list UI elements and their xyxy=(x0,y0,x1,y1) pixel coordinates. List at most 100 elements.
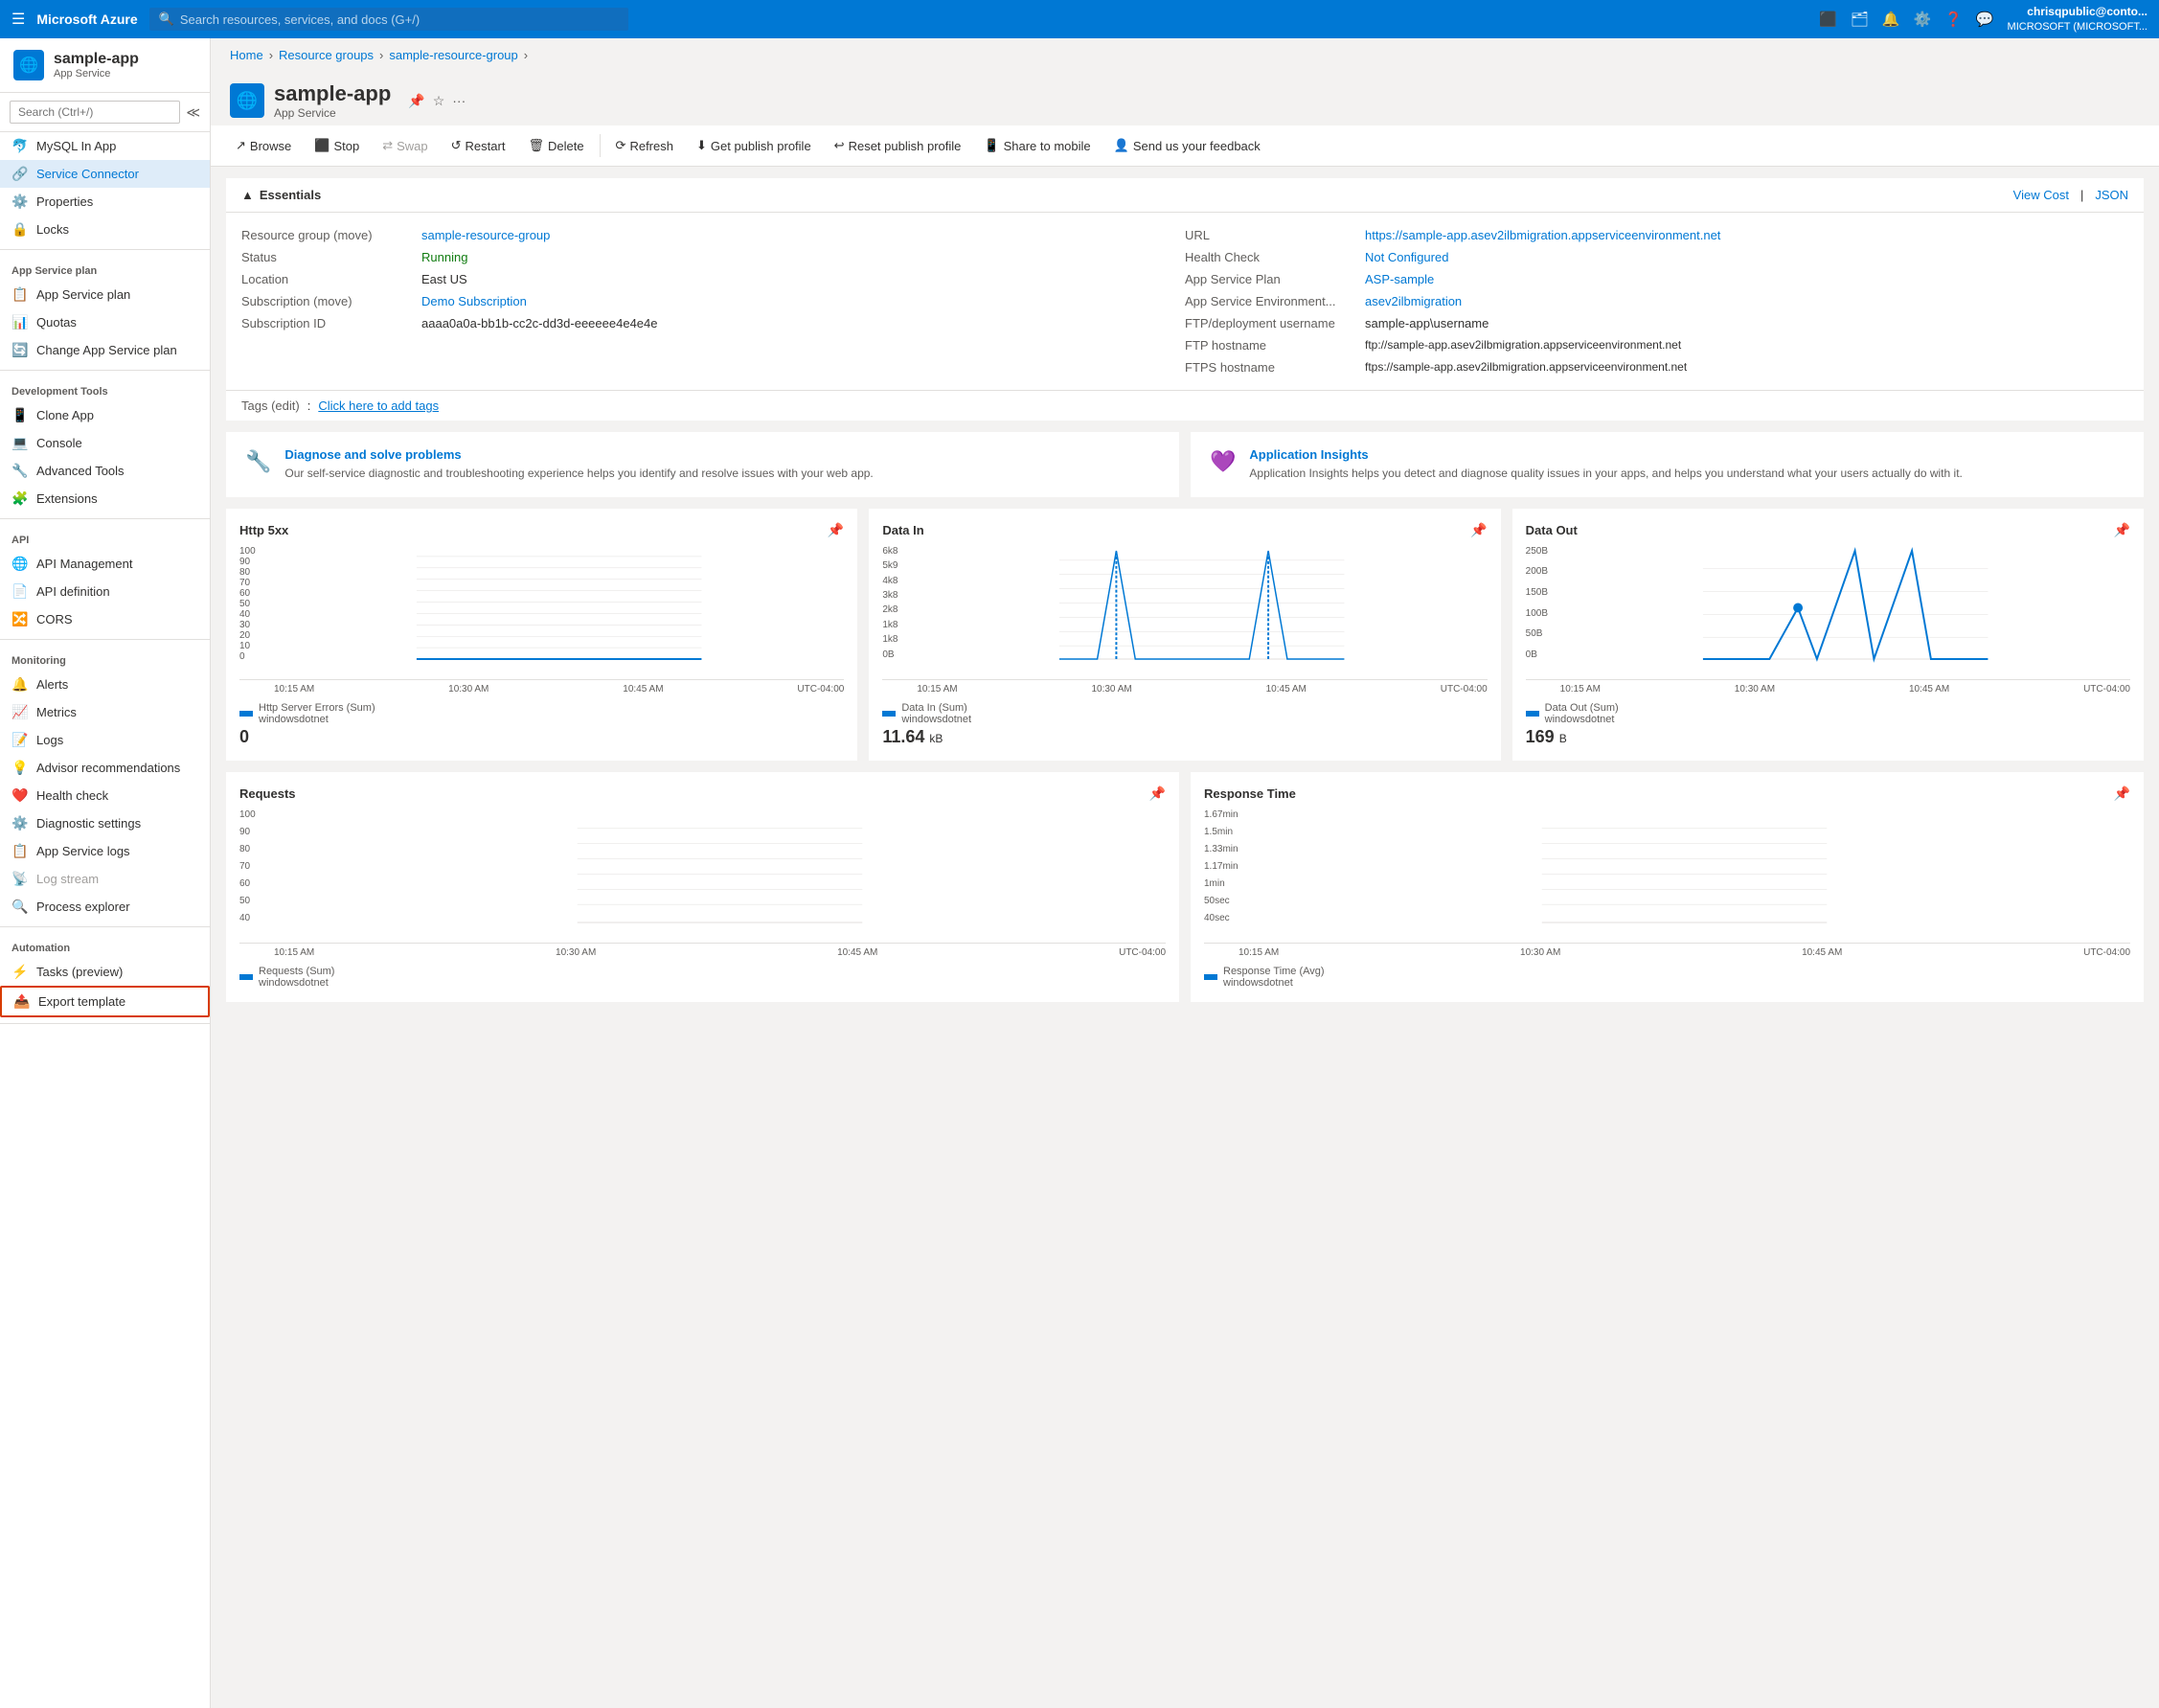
chart-data-out-value: 169 B xyxy=(1526,727,2130,747)
sidebar-item-export-template[interactable]: 📤Export template xyxy=(0,986,210,1017)
stop-button[interactable]: ⬛ Stop xyxy=(305,133,369,158)
chart-http5xx-value: 0 xyxy=(239,727,844,747)
reset-icon: ↩ xyxy=(834,138,845,153)
sidebar-item-diagnostic-settings[interactable]: ⚙️Diagnostic settings xyxy=(0,809,210,837)
url-link[interactable]: https://sample-app.asev2ilbmigration.app… xyxy=(1365,228,1720,242)
json-link[interactable]: JSON xyxy=(2095,188,2128,202)
sidebar-label-properties: Properties xyxy=(36,194,93,209)
refresh-button[interactable]: ⟳ Refresh xyxy=(606,133,683,158)
delete-button[interactable]: 🗑 Delete xyxy=(518,133,593,158)
health-check-link[interactable]: Not Configured xyxy=(1365,250,1448,264)
sidebar-item-api-management[interactable]: 🌐API Management xyxy=(0,550,210,578)
diagnostic-settings-icon: ⚙️ xyxy=(11,815,29,831)
chart-data-in-pin[interactable]: 📌 xyxy=(1470,522,1487,538)
search-input[interactable] xyxy=(180,12,619,27)
sidebar-item-process-explorer[interactable]: 🔍Process explorer xyxy=(0,893,210,921)
sidebar-search-container: ≪ xyxy=(0,93,210,132)
cloud-shell-icon[interactable]: ⬛ xyxy=(1819,11,1837,28)
chart-requests-pin[interactable]: 📌 xyxy=(1149,786,1166,802)
star-icon[interactable]: ☆ xyxy=(433,93,445,109)
subscription-link[interactable]: Demo Subscription xyxy=(421,294,527,308)
breadcrumb-sample-resource-group[interactable]: sample-resource-group xyxy=(389,48,517,62)
feedback-button[interactable]: 👤 Send us your feedback xyxy=(1104,133,1270,158)
delete-icon: 🗑 xyxy=(528,138,544,153)
notifications-icon[interactable]: 🔔 xyxy=(1882,11,1900,28)
sidebar-item-api-definition[interactable]: 📄API definition xyxy=(0,578,210,605)
essentials-left: Resource group (move) sample-resource-gr… xyxy=(241,224,1185,378)
breadcrumb-home[interactable]: Home xyxy=(230,48,263,62)
sidebar-item-app-service-logs[interactable]: 📋App Service logs xyxy=(0,837,210,865)
sidebar-item-properties[interactable]: ⚙️Properties xyxy=(0,188,210,216)
breadcrumb: Home › Resource groups › sample-resource… xyxy=(211,38,2159,72)
hamburger-menu[interactable]: ☰ xyxy=(11,10,25,29)
diagnose-title[interactable]: Diagnose and solve problems xyxy=(284,447,873,462)
sidebar-item-change-app-service-plan[interactable]: 🔄Change App Service plan xyxy=(0,336,210,364)
directory-icon[interactable]: 🗂 xyxy=(1851,11,1869,28)
get-publish-profile-button[interactable]: ⬇ Get publish profile xyxy=(687,133,821,158)
global-search[interactable]: 🔍 xyxy=(149,8,628,31)
search-icon: 🔍 xyxy=(159,11,174,27)
console-icon: 💻 xyxy=(11,435,29,451)
sidebar-collapse-icon[interactable]: ≪ xyxy=(186,104,200,121)
chart-http5xx-pin[interactable]: 📌 xyxy=(828,522,844,538)
sidebar-item-quotas[interactable]: 📊Quotas xyxy=(0,308,210,336)
app-title: sample-app xyxy=(54,51,139,68)
chart-data-out-pin[interactable]: 📌 xyxy=(2114,522,2130,538)
settings-icon[interactable]: ⚙️ xyxy=(1913,11,1931,28)
more-icon[interactable]: ··· xyxy=(452,93,466,109)
mysql-in-app-icon: 🐬 xyxy=(11,138,29,154)
feedback-icon[interactable]: 💬 xyxy=(1976,11,1994,28)
sidebar-divider xyxy=(0,370,210,371)
ase-link[interactable]: asev2ilbmigration xyxy=(1365,294,1462,308)
asp-link[interactable]: ASP-sample xyxy=(1365,272,1434,286)
insights-title[interactable]: Application Insights xyxy=(1249,447,1962,462)
user-info[interactable]: chrisqpublic@conto... MICROSOFT (MICROSO… xyxy=(2008,5,2148,34)
sidebar: 🌐 sample-app App Service ≪ 🐬MySQL In App… xyxy=(0,38,211,1708)
sidebar-item-console[interactable]: 💻Console xyxy=(0,429,210,457)
pin-icon[interactable]: 📌 xyxy=(408,93,424,109)
sidebar-item-app-service-plan[interactable]: 📋App Service plan xyxy=(0,281,210,308)
tasks-preview-icon: ⚡ xyxy=(11,964,29,980)
restart-button[interactable]: ↺ Restart xyxy=(442,133,515,158)
chart-data-in-legend: Data In (Sum) windowsdotnet xyxy=(882,702,1487,725)
share-mobile-button[interactable]: 📱 Share to mobile xyxy=(974,133,1100,158)
user-org: MICROSOFT (MICROSOFT... xyxy=(2008,20,2148,34)
log-stream-icon: 📡 xyxy=(11,871,29,887)
sidebar-item-mysql-in-app[interactable]: 🐬MySQL In App xyxy=(0,132,210,160)
chart-response-time-pin[interactable]: 📌 xyxy=(2114,786,2130,802)
sidebar-item-metrics[interactable]: 📈Metrics xyxy=(0,698,210,726)
sidebar-item-service-connector[interactable]: 🔗Service Connector xyxy=(0,160,210,188)
sidebar-item-locks[interactable]: 🔒Locks xyxy=(0,216,210,243)
diagnose-desc: Our self-service diagnostic and troubles… xyxy=(284,466,873,482)
sidebar-item-log-stream[interactable]: 📡Log stream xyxy=(0,865,210,893)
sidebar-search-input[interactable] xyxy=(10,101,180,124)
sidebar-item-tasks-preview[interactable]: ⚡Tasks (preview) xyxy=(0,958,210,986)
breadcrumb-sep-1: › xyxy=(269,48,273,62)
sidebar-item-alerts[interactable]: 🔔Alerts xyxy=(0,671,210,698)
sidebar-item-health-check[interactable]: ❤️Health check xyxy=(0,782,210,809)
alerts-icon: 🔔 xyxy=(11,676,29,693)
azure-logo: Microsoft Azure xyxy=(36,11,137,27)
sidebar-item-clone-app[interactable]: 📱Clone App xyxy=(0,401,210,429)
browse-button[interactable]: ↗ Browse xyxy=(226,133,301,158)
add-tags-link[interactable]: Click here to add tags xyxy=(318,399,439,413)
breadcrumb-resource-groups[interactable]: Resource groups xyxy=(279,48,374,62)
chart-requests-area: 100908070605040 xyxy=(239,809,1166,944)
swap-button[interactable]: ⇄ Swap xyxy=(373,133,437,158)
essentials-resource-group: Resource group (move) sample-resource-gr… xyxy=(241,224,1185,246)
sidebar-item-logs[interactable]: 📝Logs xyxy=(0,726,210,754)
reset-publish-profile-button[interactable]: ↩ Reset publish profile xyxy=(825,133,971,158)
help-icon[interactable]: ❓ xyxy=(1944,11,1963,28)
charts-row-2: Requests 📌 100908070605040 xyxy=(226,772,2144,1002)
sidebar-item-extensions[interactable]: 🧩Extensions xyxy=(0,485,210,512)
sidebar-item-cors[interactable]: 🔀CORS xyxy=(0,605,210,633)
collapse-icon[interactable]: ▲ xyxy=(241,188,254,202)
refresh-icon: ⟳ xyxy=(616,138,626,153)
chart-requests-legend: Requests (Sum) windowsdotnet xyxy=(239,966,1166,989)
sidebar-item-advanced-tools[interactable]: 🔧Advanced Tools xyxy=(0,457,210,485)
view-cost-link[interactable]: View Cost xyxy=(2013,188,2069,202)
sidebar-item-advisor-recommendations[interactable]: 💡Advisor recommendations xyxy=(0,754,210,782)
essentials-divider: | xyxy=(2080,188,2083,202)
sidebar-section-title: App Service plan xyxy=(0,256,210,281)
resource-group-link[interactable]: sample-resource-group xyxy=(421,228,550,242)
